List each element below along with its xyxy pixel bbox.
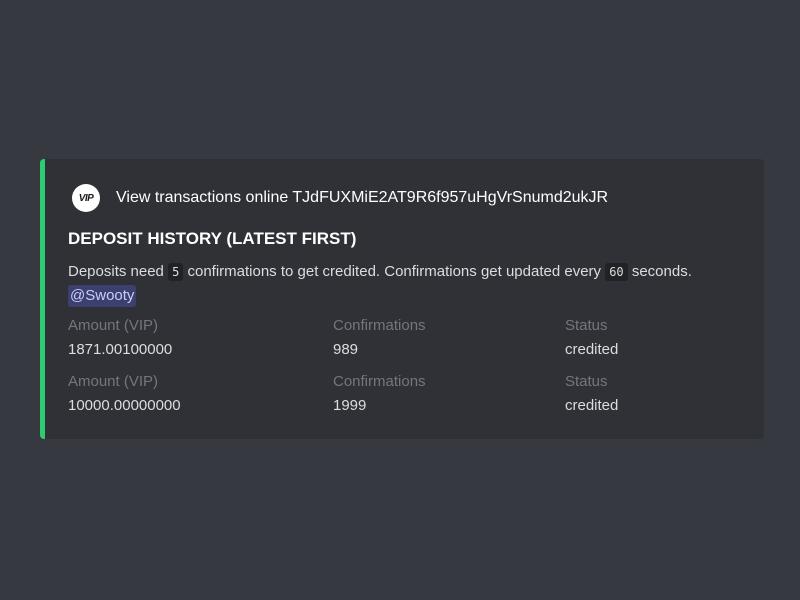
user-mention[interactable]: @Swooty	[68, 285, 137, 307]
status-field: Status credited	[565, 314, 618, 362]
amount-label: Amount (VIP)	[68, 317, 159, 334]
embed-title: DEPOSIT HISTORY (LATEST FIRST)	[68, 229, 357, 248]
amount-field: Amount (VIP) 10000.00000000	[68, 370, 181, 418]
amount-label: Amount (VIP)	[68, 373, 159, 390]
confirmations-value: 1999	[333, 397, 367, 414]
amount-value: 1871.00100000	[68, 341, 173, 358]
update-interval-code: 60	[605, 263, 628, 281]
description-text-3: seconds.	[627, 263, 692, 280]
confirmations-label: Confirmations	[333, 317, 426, 334]
confirmations-required-code: 5	[168, 263, 184, 281]
vip-logo-text: VIP	[78, 192, 94, 204]
confirmations-field: Confirmations 989	[333, 314, 426, 362]
status-value: credited	[565, 341, 619, 358]
status-field: Status credited	[565, 370, 618, 418]
status-value: credited	[565, 397, 619, 414]
amount-field: Amount (VIP) 1871.00100000	[68, 314, 172, 362]
description-text-2: confirmations to get credited. Confirmat…	[183, 263, 606, 280]
confirmations-label: Confirmations	[333, 373, 426, 390]
status-label: Status	[565, 317, 608, 334]
confirmations-field: Confirmations 1999	[333, 370, 426, 418]
description-text-1: Deposits need	[68, 263, 169, 280]
status-label: Status	[565, 373, 608, 390]
vip-logo-icon: VIP	[72, 184, 100, 212]
confirmations-value: 989	[333, 341, 359, 358]
amount-value: 10000.00000000	[68, 397, 181, 414]
embed-author[interactable]: VIP View transactions online TJdFUXMiE2A…	[72, 184, 608, 212]
author-name[interactable]: View transactions online TJdFUXMiE2AT9R6…	[116, 189, 608, 207]
embed-description: Deposits need 5 confirmations to get cre…	[68, 261, 758, 307]
deposit-history-embed: VIP View transactions online TJdFUXMiE2A…	[40, 159, 764, 439]
